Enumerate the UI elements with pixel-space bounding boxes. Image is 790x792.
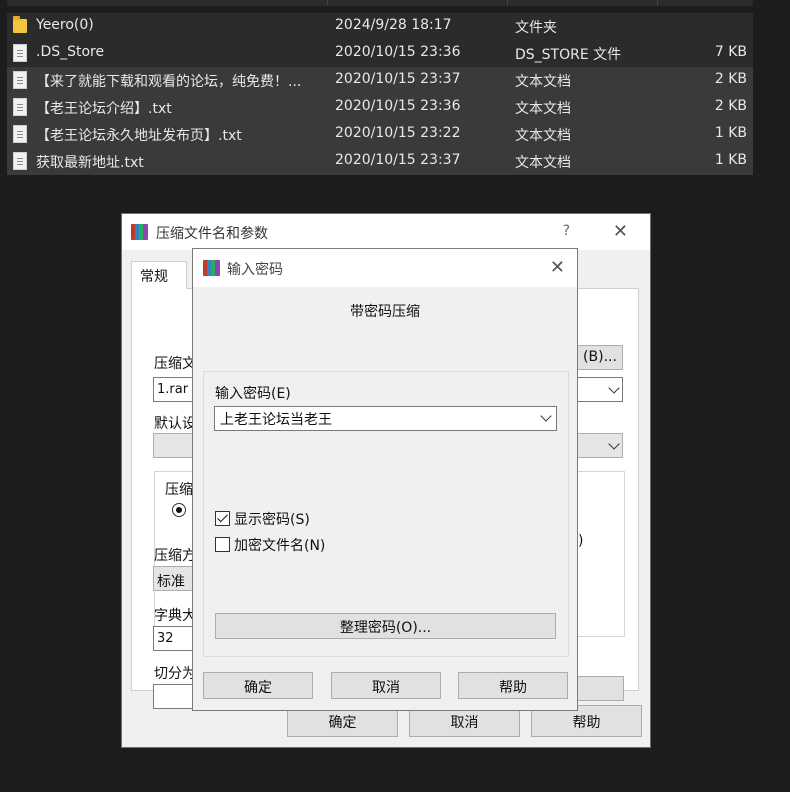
column-divider[interactable]	[507, 0, 508, 6]
file-name: 获取最新地址.txt	[36, 155, 144, 171]
title-bar[interactable]: 输入密码 ✕	[193, 249, 577, 287]
dictionary-size-label: 字典大	[154, 608, 196, 624]
browse-button[interactable]: (B)...	[577, 345, 623, 370]
archive-format-label: 压缩	[163, 479, 195, 499]
password-value: 上老王论坛当老王	[220, 412, 332, 428]
encrypt-filenames-checkbox[interactable]	[215, 537, 230, 552]
file-type: 文本文档	[515, 155, 571, 171]
close-icon[interactable]: ✕	[613, 221, 628, 242]
default-profile-label: 默认设	[154, 416, 196, 432]
file-name: 【老王论坛永久地址发布页】.txt	[36, 128, 242, 144]
split-volumes-label: 切分为	[154, 666, 196, 682]
archive-name-value: 1.rar	[157, 382, 189, 397]
winrar-icon	[131, 223, 149, 241]
enter-password-dialog: 输入密码 ✕ 带密码压缩 输入密码(E) 上老王论坛当老王 显示密码(S) 加密…	[192, 248, 578, 711]
text-file-icon	[13, 152, 27, 170]
file-name: 【来了就能下载和观看的论坛，纯免费！...	[36, 74, 302, 90]
format-rar-radio[interactable]	[172, 503, 186, 517]
file-row[interactable]: 【老王论坛介绍】.txt 2020/10/15 23:36 文本文档 2 KB	[7, 94, 753, 121]
text-file-icon	[13, 98, 27, 116]
help-icon[interactable]: ?	[563, 223, 570, 239]
file-name: 【老王论坛介绍】.txt	[36, 101, 172, 117]
file-name: Yeero(0)	[36, 17, 94, 33]
chevron-down-icon[interactable]	[540, 410, 552, 422]
file-name: .DS_Store	[36, 44, 105, 60]
file-size: 1 KB	[714, 125, 747, 141]
file-size: 1 KB	[714, 152, 747, 168]
file-row[interactable]: 【老王论坛永久地址发布页】.txt 2020/10/15 23:22 文本文档 …	[7, 121, 753, 148]
text-file-icon	[13, 125, 27, 143]
file-size: 2 KB	[714, 98, 747, 114]
file-row-folder[interactable]: Yeero(0) 2024/9/28 18:17 文件夹	[7, 13, 753, 40]
column-divider[interactable]	[657, 0, 658, 6]
file-type: DS_STORE 文件	[515, 47, 622, 63]
file-date: 2020/10/15 23:36	[335, 44, 461, 60]
password-label: 输入密码(E)	[215, 386, 291, 402]
ok-button[interactable]: 确定	[203, 672, 313, 699]
help-button[interactable]: 帮助	[458, 672, 568, 699]
organize-passwords-button[interactable]: 整理密码(O)...	[215, 613, 556, 639]
title-bar[interactable]: 压缩文件名和参数 ? ✕	[122, 214, 650, 250]
file-date: 2020/10/15 23:37	[335, 71, 461, 87]
format-option-fragment: )	[578, 533, 584, 549]
encrypt-filenames-label[interactable]: 加密文件名(N)	[234, 535, 325, 555]
file-date: 2020/10/15 23:22	[335, 125, 461, 141]
file-date: 2020/10/15 23:37	[335, 152, 461, 168]
archive-name-label: 压缩文	[154, 356, 196, 372]
file-row[interactable]: .DS_Store 2020/10/15 23:36 DS_STORE 文件 7…	[7, 40, 753, 67]
file-icon	[13, 44, 27, 62]
winrar-icon	[203, 259, 221, 277]
dialog-heading: 带密码压缩	[350, 304, 420, 320]
file-type: 文本文档	[515, 74, 571, 90]
file-date: 2024/9/28 18:17	[335, 17, 452, 33]
show-password-label[interactable]: 显示密码(S)	[234, 509, 310, 529]
file-type: 文件夹	[515, 20, 557, 36]
file-size: 7 KB	[714, 44, 747, 60]
column-divider[interactable]	[327, 0, 328, 6]
set-password-button[interactable]	[572, 676, 624, 701]
file-row[interactable]: 获取最新地址.txt 2020/10/15 23:37 文本文档 1 KB	[7, 148, 753, 175]
file-row[interactable]: 【来了就能下载和观看的论坛，纯免费！... 2020/10/15 23:37 文…	[7, 67, 753, 94]
dialog-title: 压缩文件名和参数	[156, 226, 268, 242]
chevron-down-icon[interactable]	[608, 382, 620, 394]
file-date: 2020/10/15 23:36	[335, 98, 461, 114]
file-size: 2 KB	[714, 71, 747, 87]
chevron-down-icon[interactable]	[608, 438, 620, 450]
radio-dot	[176, 507, 182, 513]
file-list: Yeero(0) 2024/9/28 18:17 文件夹 .DS_Store 2…	[7, 0, 753, 175]
close-icon[interactable]: ✕	[550, 257, 565, 278]
text-file-icon	[13, 71, 27, 89]
compression-method-label: 压缩方	[154, 548, 196, 564]
file-type: 文本文档	[515, 128, 571, 144]
file-type: 文本文档	[515, 101, 571, 117]
password-input[interactable]: 上老王论坛当老王	[214, 406, 557, 431]
folder-icon	[13, 16, 27, 33]
tab-general[interactable]: 常规	[131, 261, 187, 289]
dialog-title: 输入密码	[227, 262, 283, 278]
show-password-checkbox[interactable]	[215, 511, 230, 526]
cancel-button[interactable]: 取消	[331, 672, 441, 699]
